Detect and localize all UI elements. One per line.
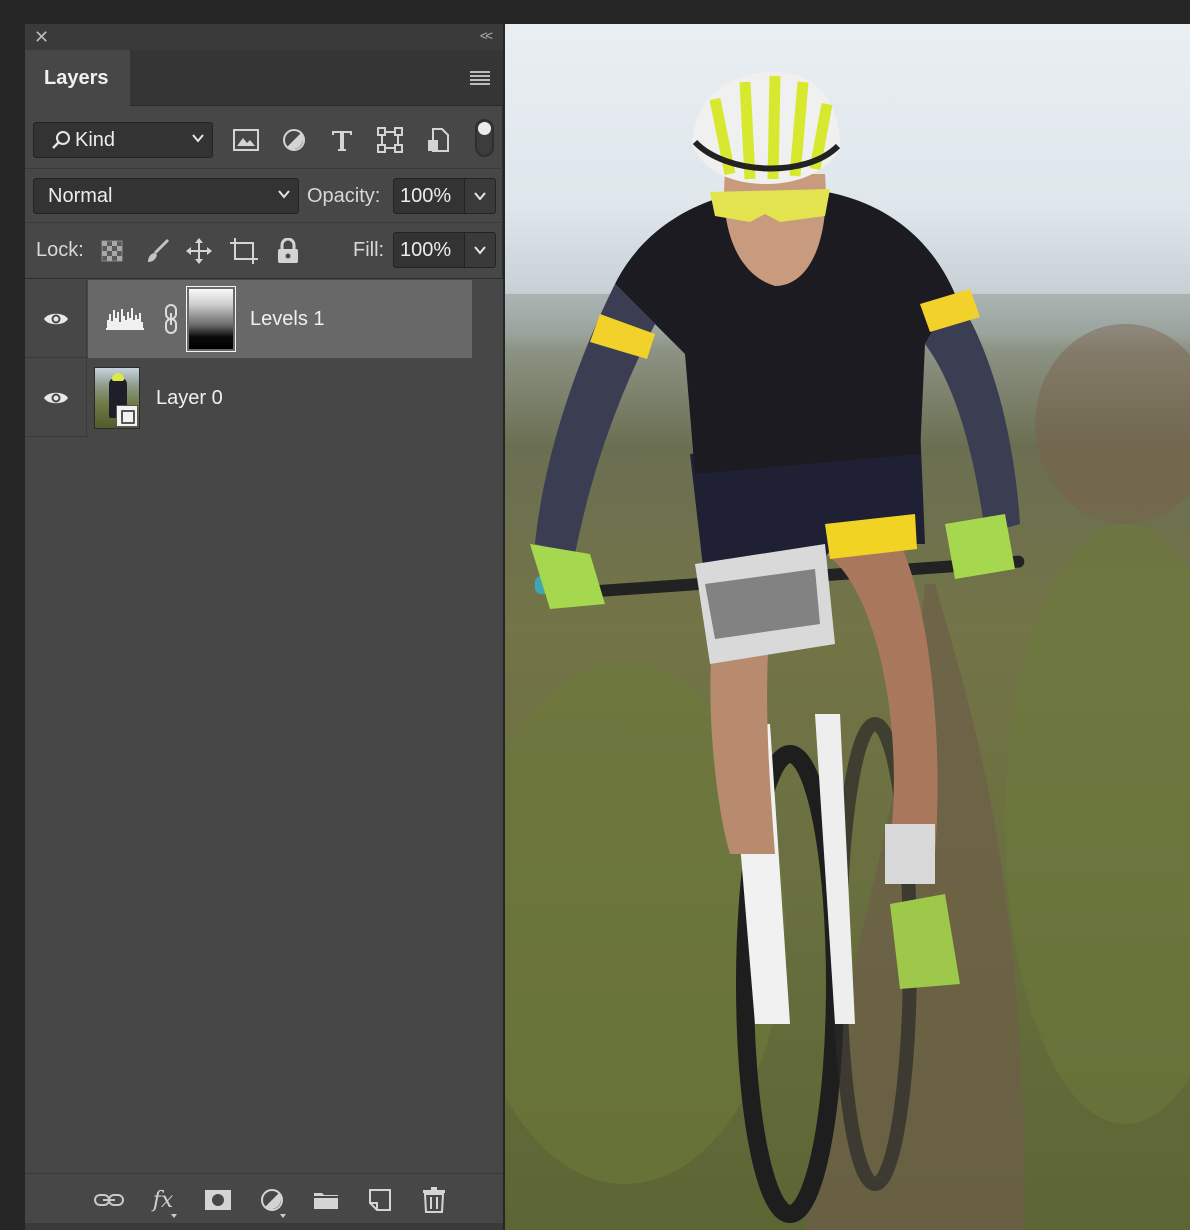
lock-artboard-icon[interactable] <box>229 236 259 266</box>
layer-body[interactable]: Layer 0 <box>88 359 472 437</box>
layer-body[interactable]: Levels 1 <box>88 280 472 358</box>
lock-label: Lock: <box>36 239 84 261</box>
layer-row[interactable]: Layer 0 <box>25 359 472 437</box>
add-mask-icon[interactable] <box>203 1186 233 1214</box>
close-icon[interactable]: ✕ <box>34 27 49 47</box>
filter-kind-dropdown[interactable]: Kind <box>33 122 213 158</box>
mask-link-icon[interactable] <box>164 304 178 334</box>
layer-name: Levels 1 <box>250 308 325 330</box>
smart-object-badge-icon <box>116 405 138 427</box>
cyclist-photo <box>505 72 1190 1230</box>
layer-name: Layer 0 <box>156 387 223 409</box>
levels-adjustment-icon <box>106 308 144 330</box>
layers-panel: ✕ << Layers Kind Normal Opacity: 100% Lo… <box>25 24 503 1230</box>
eye-icon <box>43 392 68 404</box>
lock-image-pixels-icon[interactable] <box>142 236 172 266</box>
lock-position-icon[interactable] <box>184 236 214 266</box>
chevron-down-icon <box>474 246 486 255</box>
chevron-down-icon <box>474 192 486 201</box>
document-canvas[interactable] <box>505 24 1190 1230</box>
type-layer-filter-icon[interactable] <box>327 126 357 154</box>
pixel-layer-filter-icon[interactable] <box>231 126 261 154</box>
layer-visibility-toggle[interactable] <box>25 280 87 358</box>
panel-title-bar: ✕ << <box>25 24 503 50</box>
new-layer-icon[interactable] <box>365 1186 395 1214</box>
new-group-folder-icon[interactable] <box>311 1186 341 1214</box>
delete-layer-trash-icon[interactable] <box>419 1186 449 1214</box>
smart-object-filter-icon[interactable] <box>423 126 453 154</box>
collapse-panel-icon[interactable]: << <box>480 28 493 43</box>
fill-label: Fill: <box>353 239 385 261</box>
chevron-down-icon <box>278 190 290 199</box>
blend-row: Normal Opacity: 100% <box>25 169 503 223</box>
panel-tab-row: Layers <box>25 50 503 106</box>
blend-mode-dropdown[interactable]: Normal <box>33 178 299 214</box>
panel-menu-icon[interactable] <box>470 71 490 85</box>
filter-row: Kind <box>25 107 503 169</box>
blend-mode-value: Normal <box>48 184 113 207</box>
link-layers-icon[interactable] <box>94 1186 124 1214</box>
shape-layer-filter-icon[interactable] <box>375 126 405 154</box>
panel-resize-strip[interactable] <box>25 1223 503 1230</box>
layer-style-fx-icon[interactable]: fx <box>148 1186 178 1218</box>
lock-transparent-pixels-icon[interactable] <box>97 236 127 266</box>
tab-layers[interactable]: Layers <box>25 50 130 106</box>
filter-toggle-switch[interactable] <box>475 119 494 157</box>
layer-row[interactable]: Levels 1 <box>25 280 472 358</box>
layer-mask-thumbnail[interactable] <box>186 286 236 352</box>
chevron-down-icon <box>192 134 204 143</box>
lock-row: Lock: Fill: 100% <box>25 223 503 279</box>
layer-visibility-toggle[interactable] <box>25 359 87 437</box>
search-icon <box>52 131 70 149</box>
panel-bottom-bar: fx <box>25 1173 503 1223</box>
fill-slider-button[interactable] <box>464 232 496 268</box>
opacity-input[interactable]: 100% <box>393 178 465 214</box>
adjustment-layer-filter-icon[interactable] <box>279 126 309 154</box>
opacity-slider-button[interactable] <box>464 178 496 214</box>
eye-icon <box>43 313 68 325</box>
new-adjustment-layer-icon[interactable] <box>257 1186 287 1218</box>
fill-input[interactable]: 100% <box>393 232 465 268</box>
layer-list: Levels 1 Layer 0 <box>25 279 503 1173</box>
filter-kind-label: Kind <box>75 128 116 151</box>
lock-all-icon[interactable] <box>273 236 303 266</box>
opacity-label: Opacity: <box>307 185 381 207</box>
